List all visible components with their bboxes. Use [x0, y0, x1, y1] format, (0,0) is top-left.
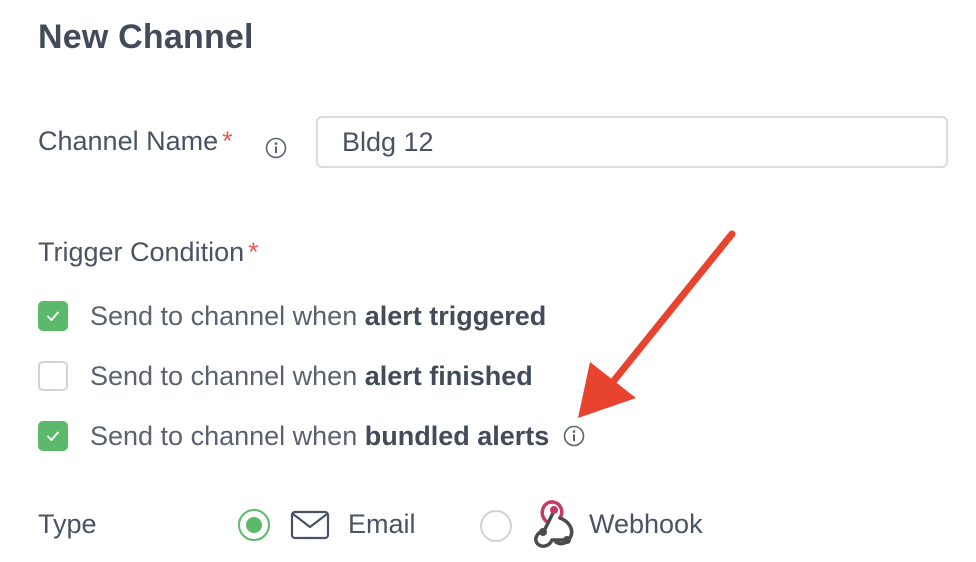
page-title: New Channel: [38, 18, 254, 56]
envelope-icon: [290, 510, 330, 540]
radio-email[interactable]: [238, 509, 270, 541]
trigger-condition-label: Trigger Condition: [38, 237, 245, 267]
trigger-condition-label-group: Trigger Condition *: [38, 237, 259, 268]
channel-name-input[interactable]: [316, 116, 948, 168]
required-asterisk: *: [222, 126, 233, 156]
email-option-label[interactable]: Email: [348, 509, 416, 540]
trigger-option-alert-finished[interactable]: Send to channel when alert finished: [38, 359, 533, 393]
webhook-icon: [534, 500, 574, 548]
check-icon: [47, 311, 59, 321]
trigger-option-bundled-alerts[interactable]: Send to channel when bundled alerts: [38, 419, 585, 453]
annotation-arrow-icon: [578, 230, 736, 418]
checkbox-label: Send to channel when bundled alerts: [90, 420, 550, 451]
checkbox-label: Send to channel when alert triggered: [90, 300, 547, 331]
checkbox-label: Send to channel when alert finished: [90, 360, 533, 391]
radio-webhook[interactable]: [480, 510, 512, 542]
checkbox-checked[interactable]: [38, 421, 68, 451]
type-label: Type: [38, 509, 97, 539]
checkbox-unchecked[interactable]: [38, 361, 68, 391]
webhook-option-label[interactable]: Webhook: [589, 509, 703, 540]
channel-name-label: Channel Name: [38, 126, 219, 156]
channel-name-label-group: Channel Name *: [38, 126, 233, 157]
checkbox-checked[interactable]: [38, 301, 68, 331]
trigger-option-alert-triggered[interactable]: Send to channel when alert triggered: [38, 299, 546, 333]
required-asterisk: *: [248, 237, 259, 267]
info-circle-icon[interactable]: [265, 137, 287, 159]
check-icon: [47, 431, 59, 441]
